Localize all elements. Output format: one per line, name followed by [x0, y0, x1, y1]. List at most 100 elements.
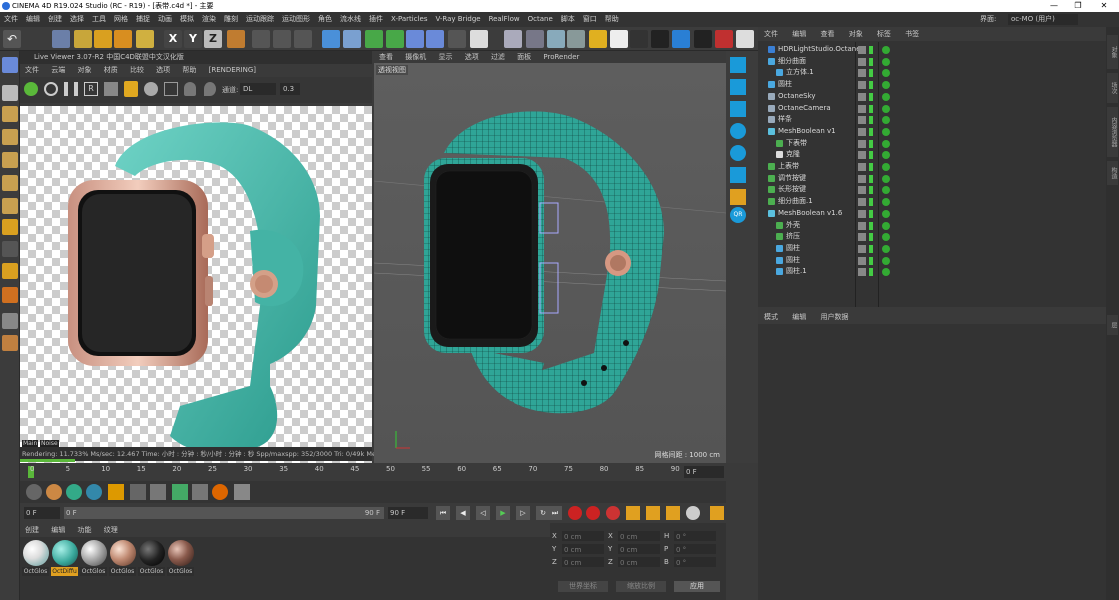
menu-item[interactable]: V-Ray Bridge [435, 12, 480, 27]
pause-icon[interactable] [64, 82, 78, 96]
layout-icon-1[interactable] [730, 57, 746, 73]
octane-sun-icon[interactable] [589, 30, 607, 48]
object-row[interactable]: 圆柱 [758, 255, 1108, 267]
object-tag-icon[interactable] [882, 151, 890, 160]
deformer-icon[interactable] [406, 30, 424, 48]
layer-icon[interactable] [858, 116, 866, 125]
layer-icon[interactable] [858, 127, 866, 136]
rotate-icon[interactable] [114, 30, 132, 48]
timeline-ruler[interactable]: 0 5 10 15 20 25 30 35 40 45 50 55 60 65 70 75 80 85 90 0 F [20, 463, 726, 481]
visibility-toggle-icon[interactable] [869, 104, 873, 113]
layer-icon[interactable] [858, 268, 866, 277]
object-tag-icon[interactable] [882, 233, 890, 242]
material-picker-icon[interactable] [144, 82, 158, 96]
object-tag-icon[interactable] [882, 244, 890, 253]
object-tag-icon[interactable] [882, 198, 890, 207]
layout-icon-5[interactable] [730, 145, 746, 161]
viewport-canvas[interactable] [373, 63, 727, 463]
visibility-toggle-icon[interactable] [869, 127, 873, 136]
octane-settings-icon[interactable] [694, 30, 712, 48]
object-row[interactable]: 长形按键 [758, 184, 1108, 196]
oct-icon-9[interactable] [192, 484, 208, 500]
visibility-toggle-icon[interactable] [869, 69, 873, 78]
lv-menu-cloud[interactable]: 云端 [51, 64, 65, 77]
close-button[interactable]: ✕ [1092, 0, 1116, 12]
coord-value-field[interactable]: 0 cm [618, 531, 660, 541]
object-picker-icon[interactable] [164, 82, 178, 96]
y-axis-lock[interactable]: Y [184, 30, 202, 48]
material-label[interactable]: OctGlos [22, 567, 49, 576]
workplane-icon[interactable] [2, 287, 18, 303]
object-row[interactable]: 下表带 [758, 138, 1108, 150]
object-row[interactable]: 上表带 [758, 161, 1108, 173]
scale-icon[interactable] [94, 30, 112, 48]
lv-menu-compare[interactable]: 比较 [130, 64, 144, 77]
layer-icon[interactable] [858, 221, 866, 230]
layout-icon-3[interactable] [730, 101, 746, 117]
material-preview[interactable] [81, 540, 107, 566]
coord-value-field[interactable]: 0 ° [674, 544, 716, 554]
layer-icon[interactable] [858, 139, 866, 148]
material-preview[interactable] [52, 540, 78, 566]
object-tag-icon[interactable] [882, 127, 890, 136]
visibility-toggle-icon[interactable] [869, 268, 873, 277]
timeline-window-icon[interactable] [710, 506, 724, 520]
coord-value-field[interactable]: 0 cm [562, 557, 604, 567]
lv-menu-file[interactable]: 文件 [25, 64, 39, 77]
coord-value-field[interactable]: 0 cm [618, 557, 660, 567]
octane-sphere-4-icon[interactable] [567, 30, 585, 48]
start-frame-field[interactable]: 0 F [24, 507, 60, 519]
object-tag-icon[interactable] [882, 116, 890, 125]
menu-item[interactable]: 窗口 [583, 12, 597, 27]
layer-icon[interactable] [858, 104, 866, 113]
material-preview[interactable] [110, 540, 136, 566]
coord-size-select[interactable]: 缩放比例 [616, 581, 666, 592]
object-mode-icon[interactable] [2, 129, 18, 145]
visibility-toggle-icon[interactable] [869, 244, 873, 253]
key-selection-icon[interactable] [606, 506, 620, 520]
object-row[interactable]: OctaneSky [758, 91, 1108, 103]
prev-frame-icon[interactable]: ◁ [476, 506, 490, 520]
pen-spline-icon[interactable] [343, 30, 361, 48]
object-row[interactable]: 调节按键 [758, 173, 1108, 185]
attr-menu-userdata[interactable]: 用户数据 [820, 310, 848, 324]
menu-item[interactable]: 网格 [114, 12, 128, 27]
cube-icon[interactable] [322, 30, 340, 48]
side-tab-content-browser[interactable]: 内容浏览器 [1107, 107, 1118, 157]
oct-icon-1[interactable] [26, 484, 42, 500]
points-mode-icon[interactable] [2, 152, 18, 168]
object-tag-icon[interactable] [882, 221, 890, 230]
visibility-toggle-icon[interactable] [869, 46, 873, 54]
camera-icon[interactable] [448, 30, 466, 48]
key-scale-icon[interactable] [646, 506, 660, 520]
oct-icon-3[interactable] [66, 484, 82, 500]
oct-icon-4[interactable] [86, 484, 102, 500]
x-axis-lock[interactable]: X [164, 30, 182, 48]
key-rotate-icon[interactable] [666, 506, 680, 520]
play-icon[interactable]: ▶ [496, 506, 510, 520]
visibility-toggle-icon[interactable] [869, 256, 873, 265]
object-tag-icon[interactable] [882, 46, 890, 54]
record-key-icon[interactable] [568, 506, 582, 520]
layer-icon[interactable] [858, 233, 866, 242]
menu-item[interactable]: X-Particles [391, 12, 427, 27]
om-menu-view[interactable]: 查看 [820, 27, 834, 41]
restart-icon[interactable] [44, 82, 58, 96]
attr-menu-mode[interactable]: 模式 [764, 310, 778, 324]
layer-icon[interactable] [858, 198, 866, 207]
channel-value-field[interactable]: 0.3 [280, 83, 300, 95]
visibility-toggle-icon[interactable] [869, 186, 873, 195]
render-settings-icon[interactable] [294, 30, 312, 48]
material-label[interactable]: OctGlos [80, 567, 107, 576]
object-row[interactable]: 外壳 [758, 220, 1108, 232]
object-tag-icon[interactable] [882, 174, 890, 183]
region-render-icon[interactable]: R [84, 82, 98, 96]
object-tag-icon[interactable] [882, 139, 890, 148]
side-tab-objects[interactable]: 对象 [1107, 35, 1118, 69]
prev-key-icon[interactable]: ◀ [456, 506, 470, 520]
layer-icon[interactable] [858, 81, 866, 90]
channel-select[interactable]: DL [240, 83, 276, 95]
goto-start-icon[interactable]: ⏮ [436, 506, 450, 520]
lock-workplane-icon[interactable] [2, 335, 18, 351]
visibility-toggle-icon[interactable] [869, 163, 873, 171]
